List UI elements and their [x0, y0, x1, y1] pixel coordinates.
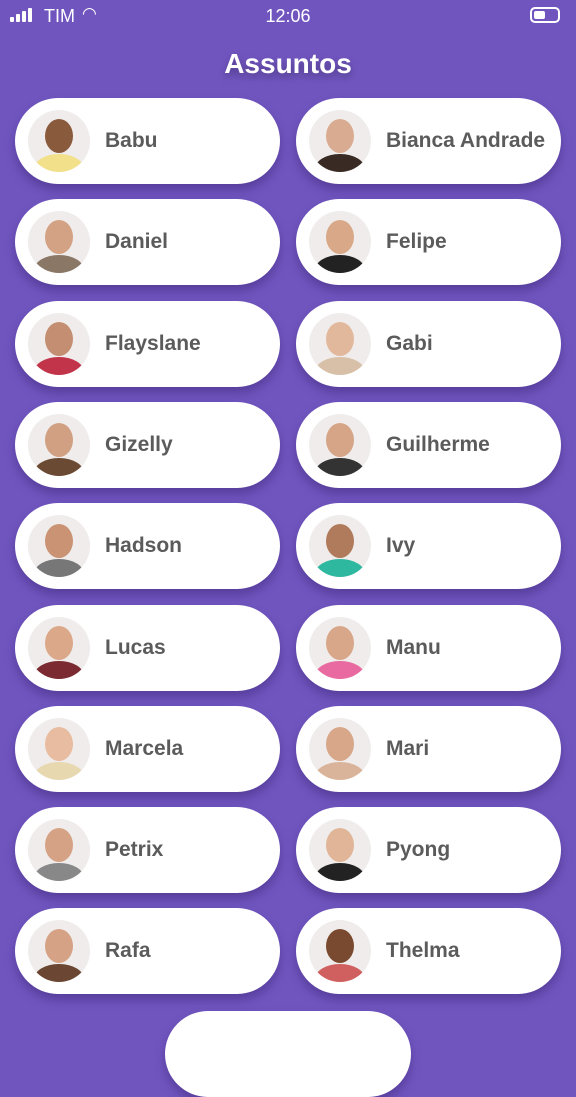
avatar — [309, 515, 371, 578]
avatar-head — [45, 726, 73, 761]
subject-card[interactable]: Marcela — [15, 705, 280, 792]
subject-card[interactable]: Gabi — [296, 300, 561, 387]
avatar-head — [326, 828, 354, 863]
avatar — [309, 717, 371, 780]
avatar-head — [45, 321, 73, 356]
status-bar: TIM ◠ 12:06 — [0, 0, 576, 32]
avatar — [28, 819, 90, 882]
avatar — [309, 920, 371, 983]
avatar-head — [326, 119, 354, 153]
subject-name: Thelma — [386, 939, 460, 963]
avatar-body — [315, 154, 365, 172]
subject-card[interactable]: Flayslane — [15, 300, 280, 387]
avatar-body — [315, 255, 365, 274]
avatar-head — [45, 625, 73, 660]
avatar-body — [315, 356, 365, 375]
avatar — [28, 616, 90, 679]
avatar-head — [326, 625, 354, 660]
avatar — [28, 110, 90, 172]
subject-card[interactable]: Thelma — [296, 908, 561, 995]
avatar-body — [34, 356, 84, 375]
avatar-body — [315, 761, 365, 780]
subject-card[interactable]: Felipe — [296, 199, 561, 286]
avatar-body — [315, 964, 365, 983]
subject-name: Babu — [105, 129, 158, 152]
avatar-body — [315, 863, 365, 882]
subject-card[interactable]: Daniel — [15, 199, 280, 286]
subject-name: Rafa — [105, 939, 151, 963]
avatar-head — [326, 726, 354, 761]
avatar-body — [34, 154, 84, 172]
subject-name: Gizelly — [105, 432, 173, 456]
subject-card[interactable]: Rafa — [15, 908, 280, 995]
subject-card[interactable]: Ivy — [296, 503, 561, 590]
subject-name: Ivy — [386, 534, 416, 558]
avatar — [28, 413, 90, 476]
avatar-body — [34, 660, 84, 679]
clock: 12:06 — [265, 6, 311, 26]
avatar-head — [45, 119, 73, 153]
subject-card[interactable]: Hadson — [15, 503, 280, 590]
avatar-body — [315, 660, 365, 679]
avatar-head — [326, 321, 354, 356]
subject-name: Manu — [386, 635, 441, 659]
avatar — [309, 110, 371, 172]
avatar-body — [34, 964, 84, 983]
avatar-head — [45, 422, 73, 457]
avatar-head — [45, 929, 73, 964]
subject-card[interactable]: Petrix — [15, 807, 280, 894]
avatar-body — [34, 559, 84, 578]
avatar-head — [326, 220, 354, 255]
avatar-head — [45, 220, 73, 255]
avatar — [309, 616, 371, 679]
avatar-body — [34, 457, 84, 476]
avatar-head — [45, 524, 73, 559]
avatar — [28, 717, 90, 780]
subject-card[interactable]: Manu — [296, 604, 561, 691]
avatar-body — [34, 863, 84, 882]
subject-name: Petrix — [105, 838, 164, 862]
subject-name: Mari — [386, 736, 430, 760]
subject-name: Gabi — [386, 331, 433, 355]
avatar — [309, 413, 371, 476]
avatar-body — [34, 761, 84, 780]
subject-name: Lucas — [105, 635, 166, 659]
avatar — [28, 312, 90, 375]
avatar-body — [34, 255, 84, 274]
avatar-head — [326, 422, 354, 457]
avatar — [309, 211, 371, 274]
page-title: Assuntos — [224, 48, 352, 79]
avatar-body — [315, 457, 365, 476]
avatar-head — [45, 828, 73, 863]
subject-card[interactable]: Guilherme — [296, 401, 561, 488]
subject-card[interactable]: Babu — [15, 98, 280, 184]
avatar — [309, 312, 371, 375]
subject-card[interactable]: Bianca Andrade — [296, 98, 561, 184]
avatar — [309, 819, 371, 882]
battery-icon — [530, 7, 560, 23]
subject-name: Felipe — [386, 230, 447, 254]
subject-name: Pyong — [386, 838, 451, 862]
avatar-head — [326, 929, 354, 964]
avatar-head — [326, 524, 354, 559]
subject-card[interactable]: Pyong — [296, 807, 561, 894]
subject-name: Bianca Andrade — [386, 129, 546, 152]
subject-card[interactable]: Lucas — [15, 604, 280, 691]
subject-name: Hadson — [105, 534, 183, 558]
subject-card[interactable]: Mari — [296, 705, 561, 792]
subject-name: Daniel — [105, 230, 169, 254]
subject-name: Guilherme — [386, 432, 490, 456]
subject-name: Marcela — [105, 736, 184, 760]
avatar — [28, 515, 90, 578]
subject-name: Flayslane — [105, 331, 201, 355]
avatar-body — [315, 559, 365, 578]
avatar — [28, 920, 90, 983]
avatar — [28, 211, 90, 274]
subject-card[interactable]: Gizelly — [15, 401, 280, 488]
